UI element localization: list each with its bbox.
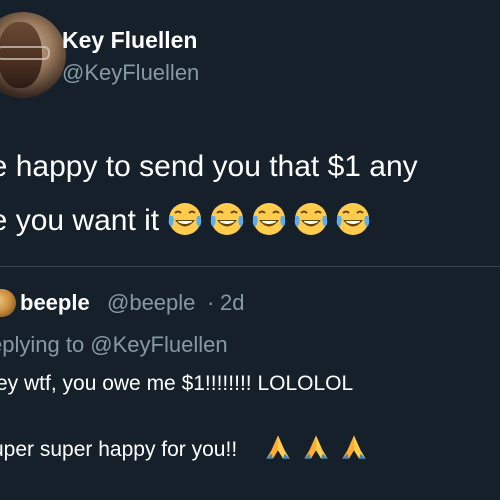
tweet-text-line-2-words: ne you want it: [0, 204, 160, 237]
folded-hands-icon: [304, 435, 328, 459]
quoted-separator: ·: [207, 290, 215, 315]
tweet-card: Key Fluellen @KeyFluellen be happy to se…: [0, 0, 500, 500]
quoted-replying-to[interactable]: eplying to @KeyFluellen: [0, 332, 228, 358]
face-with-tears-of-joy-icon: [211, 203, 244, 236]
quoted-text-line-1: ey wtf, you owe me $1!!!!!!!! LOLOLOL: [0, 372, 354, 395]
face-with-tears-of-joy-icon: [169, 203, 202, 236]
quote-divider: [0, 266, 500, 267]
face-with-tears-of-joy-icon: [253, 203, 286, 236]
author-name[interactable]: Key Fluellen: [62, 27, 197, 54]
quoted-text-line-2-words: uper super happy for you!!: [0, 438, 238, 461]
quoted-author-handle[interactable]: @beeple: [107, 290, 195, 316]
quoted-text-line-2: uper super happy for you!!: [0, 432, 369, 462]
folded-hands-icon: [342, 435, 366, 459]
face-with-tears-of-joy-icon: [337, 203, 370, 236]
quoted-timestamp[interactable]: 2d: [220, 290, 244, 316]
laugh-emoji-row: [167, 195, 377, 249]
folded-hands-icon: [266, 435, 290, 459]
pray-emoji-row: [255, 435, 369, 461]
author-avatar[interactable]: [0, 12, 66, 98]
face-with-tears-of-joy-icon: [295, 203, 328, 236]
quoted-author-avatar[interactable]: [0, 289, 16, 317]
quoted-author-name[interactable]: beeple: [20, 290, 90, 316]
author-handle[interactable]: @KeyFluellen: [62, 60, 199, 86]
tweet-text: be happy to send you that $1 any ne you …: [0, 140, 500, 248]
tweet-text-line-1: be happy to send you that $1 any: [0, 150, 418, 183]
tweet-text-line-2: ne you want it: [0, 194, 500, 248]
avatar-glasses: [0, 46, 50, 60]
